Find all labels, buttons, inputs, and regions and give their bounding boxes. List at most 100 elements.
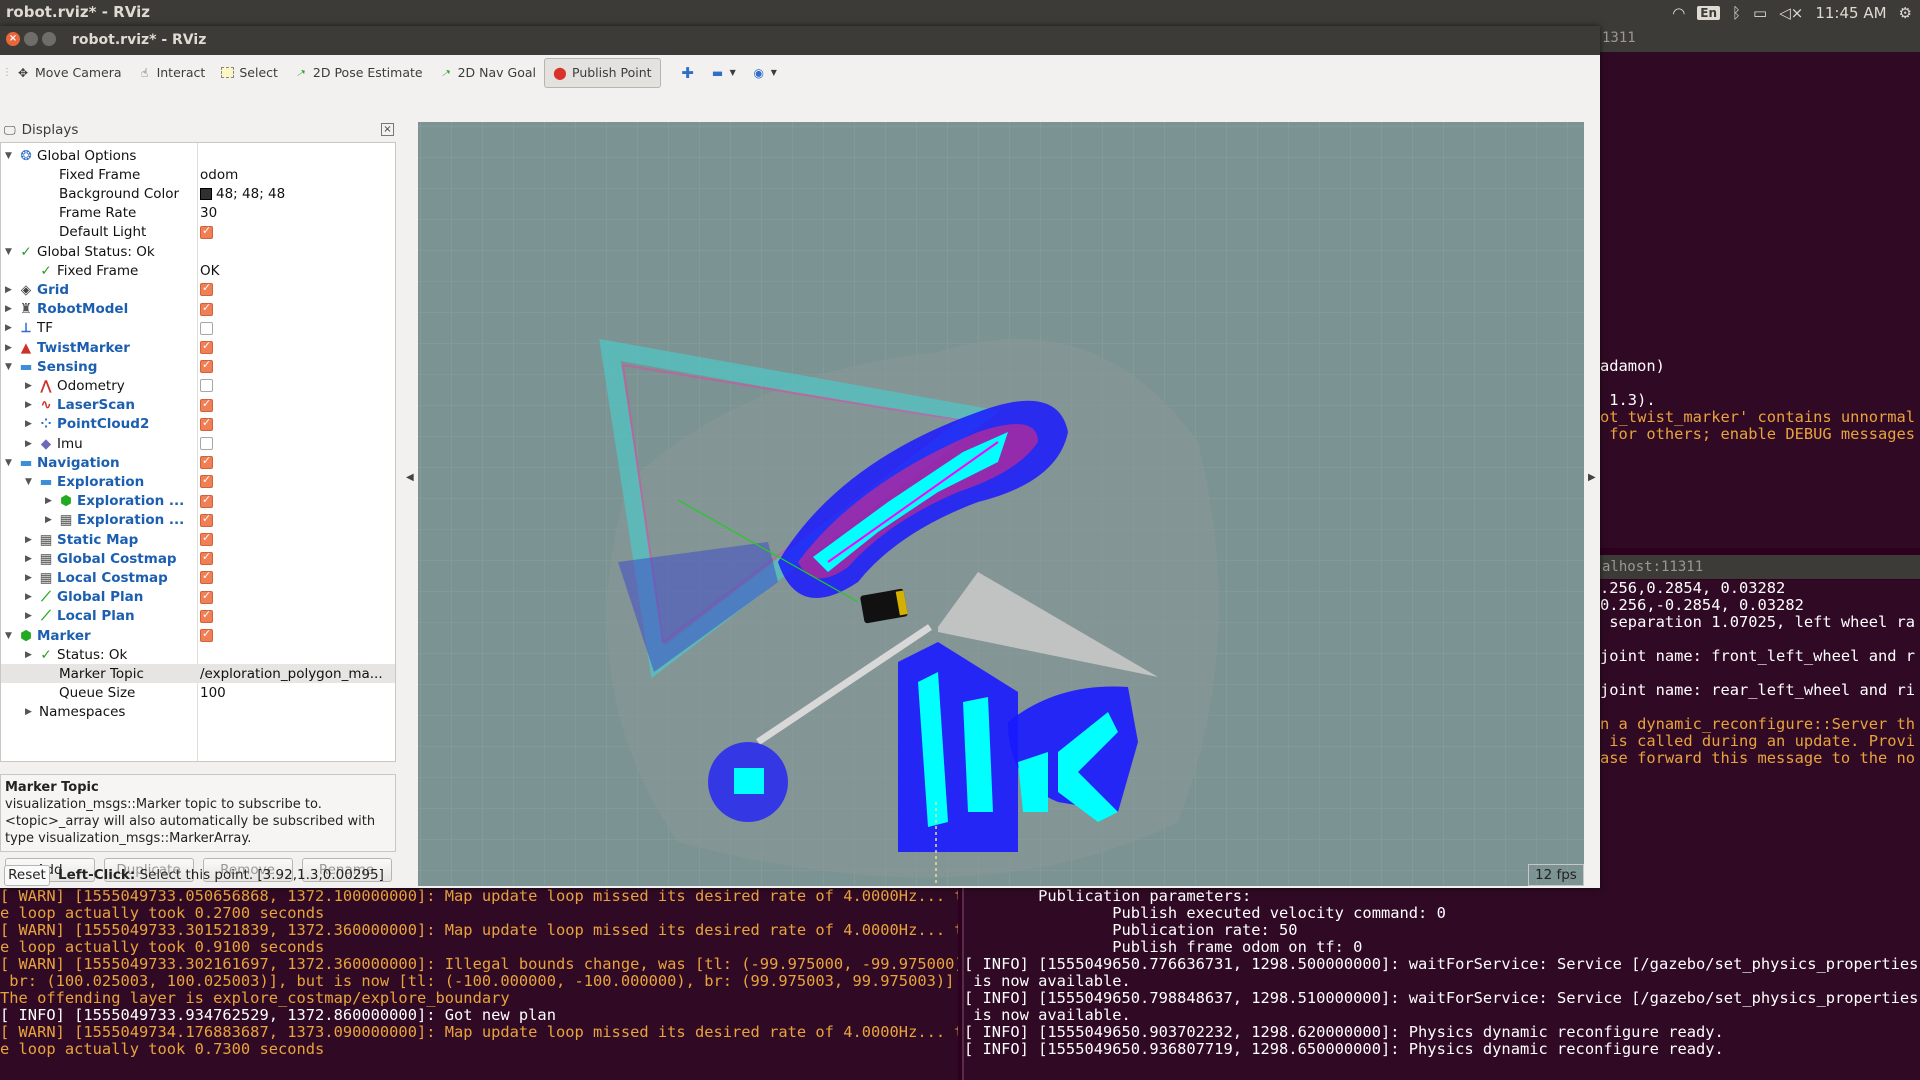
terminal-bottom-right[interactable]: Publication parameters: Publish executed… xyxy=(962,888,1920,1080)
tree-row[interactable]: ▶ ▦ Exploration ... xyxy=(1,511,395,530)
tree-row[interactable]: Background Color 48; 48; 48 xyxy=(1,184,395,203)
tree-row[interactable]: ▶ ▦ Static Map xyxy=(1,530,395,549)
tree-row[interactable]: Marker Topic/exploration_polygon_ma... xyxy=(1,664,395,684)
tree-row-value[interactable]: OK xyxy=(200,263,219,279)
enable-checkbox[interactable] xyxy=(200,627,213,642)
select-tool[interactable]: Select xyxy=(213,58,286,88)
tree-row[interactable]: ▶ ⟋ Local Plan xyxy=(1,607,395,626)
tree-row-value[interactable] xyxy=(200,437,213,450)
tree-row[interactable]: Frame Rate 30 xyxy=(1,204,395,223)
reset-button[interactable]: Reset xyxy=(4,864,50,886)
collapsed-arrow-icon[interactable]: ▶ xyxy=(25,381,35,391)
collapsed-arrow-icon[interactable]: ▶ xyxy=(25,650,35,660)
terminal-tab-title[interactable]: alhost:11311 xyxy=(1600,555,1920,579)
collapsed-arrow-icon[interactable]: ▶ xyxy=(25,535,35,545)
terminal-tab-title[interactable]: 1311 xyxy=(1600,26,1920,52)
settings-gear-icon[interactable]: ⚙ xyxy=(1899,4,1912,22)
move-camera-tool[interactable]: ✥ Move Camera xyxy=(8,58,130,88)
tree-row-value[interactable]: odom xyxy=(200,167,238,183)
collapsed-arrow-icon[interactable]: ▶ xyxy=(25,611,35,621)
tree-row-value[interactable] xyxy=(200,454,213,470)
tree-row[interactable]: ▶ Namespaces xyxy=(1,703,395,722)
tree-row-value[interactable] xyxy=(200,608,213,623)
maximize-window-icon[interactable] xyxy=(42,32,56,46)
tree-row[interactable]: ▶ ⟂ TF xyxy=(1,319,395,338)
publish-point-tool[interactable]: ⬤ Publish Point xyxy=(544,57,661,88)
remove-tool-button[interactable]: ▬ ▼ xyxy=(703,58,744,88)
tree-row[interactable]: ▼ ❂ Global Options xyxy=(1,146,395,165)
tree-row[interactable]: Default Light xyxy=(1,223,395,242)
collapsed-arrow-icon[interactable]: ▶ xyxy=(45,496,55,506)
collapse-right-arrow-icon[interactable]: ▶ xyxy=(1588,472,1596,483)
tree-row[interactable]: ▶ ⋀ Odometry xyxy=(1,376,395,395)
terminal-bottom-left[interactable]: [ WARN] [1555049733.050656868, 1372.1000… xyxy=(0,888,958,1080)
collapsed-arrow-icon[interactable]: ▶ xyxy=(25,707,35,717)
collapsed-arrow-icon[interactable]: ▶ xyxy=(25,573,35,583)
terminal-right-top[interactable]: adamon) 1.3). ot_twist_marker' contains u… xyxy=(1600,52,1920,548)
tree-row[interactable]: ▶ ✓ Status: Ok xyxy=(1,645,395,664)
toolbar-handle[interactable]: ⋮ xyxy=(0,67,12,78)
battery-icon[interactable]: ▭ xyxy=(1753,4,1767,22)
clock[interactable]: 11:45 AM xyxy=(1815,4,1886,22)
collapsed-arrow-icon[interactable]: ▶ xyxy=(25,439,35,449)
tree-row-value[interactable] xyxy=(200,627,213,642)
expanded-arrow-icon[interactable]: ▼ xyxy=(25,477,35,487)
close-panel-icon[interactable]: × xyxy=(381,123,394,136)
tree-row-value[interactable] xyxy=(200,493,213,508)
enable-checkbox[interactable] xyxy=(200,397,213,412)
tree-row[interactable]: ▼ ✓ Global Status: Ok xyxy=(1,242,395,261)
tree-row-value[interactable] xyxy=(200,550,213,566)
collapsed-arrow-icon[interactable]: ▶ xyxy=(25,400,35,410)
enable-checkbox[interactable] xyxy=(200,473,213,489)
tree-row[interactable]: ▶ ◈ Grid xyxy=(1,280,395,299)
enable-checkbox[interactable] xyxy=(200,301,213,316)
interact-tool[interactable]: ☝ Interact xyxy=(130,58,214,88)
enable-checkbox[interactable] xyxy=(200,454,213,470)
enable-checkbox[interactable] xyxy=(200,589,213,604)
tree-row[interactable]: ▶ ▲ TwistMarker xyxy=(1,338,395,357)
terminal-right-middle[interactable]: .256,0.2854, 0.03282 0.256,-0.2854, 0.032… xyxy=(1600,580,1920,888)
enable-checkbox[interactable] xyxy=(200,281,213,297)
collapsed-arrow-icon[interactable]: ▶ xyxy=(25,592,35,602)
tree-row[interactable]: ▶ ▦ Global Costmap xyxy=(1,549,395,568)
3d-viewport[interactable] xyxy=(418,122,1584,886)
tree-row[interactable]: ✓ Fixed Frame OK xyxy=(1,261,395,280)
tree-row-value[interactable] xyxy=(200,531,213,546)
collapsed-arrow-icon[interactable]: ▶ xyxy=(25,554,35,564)
tree-row-value[interactable] xyxy=(200,589,213,604)
tree-row[interactable]: ▼ ▬ Exploration xyxy=(1,472,395,491)
tree-row-value[interactable] xyxy=(200,321,213,335)
enable-checkbox[interactable] xyxy=(200,321,213,335)
tree-row[interactable]: ▶ ▦ Local Costmap xyxy=(1,568,395,587)
scene-render[interactable] xyxy=(418,122,1584,886)
collapsed-arrow-icon[interactable]: ▶ xyxy=(5,323,15,333)
collapsed-arrow-icon[interactable]: ▶ xyxy=(5,343,15,353)
tree-row-value[interactable] xyxy=(200,379,213,393)
collapsed-arrow-icon[interactable]: ▶ xyxy=(25,419,35,429)
tree-row-value[interactable] xyxy=(200,416,213,431)
expanded-arrow-icon[interactable]: ▼ xyxy=(5,151,15,161)
add-tool-button[interactable]: ✚ xyxy=(673,58,703,88)
volume-muted-icon[interactable]: ◁× xyxy=(1779,4,1803,22)
tree-row[interactable]: ▼ ▬ Sensing xyxy=(1,357,395,376)
enable-checkbox[interactable] xyxy=(200,358,213,374)
tree-row-value[interactable] xyxy=(200,473,213,489)
view-options-button[interactable]: ◉ ▼ xyxy=(744,58,785,88)
tree-row-value[interactable] xyxy=(200,339,213,354)
collapsed-arrow-icon[interactable]: ▶ xyxy=(5,285,15,295)
tree-row[interactable]: Queue Size 100 xyxy=(1,684,395,703)
tree-row[interactable]: ▶ ♜ RobotModel xyxy=(1,300,395,319)
tree-row[interactable]: ▶ ◆ Imu xyxy=(1,434,395,453)
enable-checkbox[interactable] xyxy=(200,416,213,431)
enable-checkbox[interactable] xyxy=(200,531,213,546)
tree-row[interactable]: Fixed Frame odom xyxy=(1,165,395,184)
enable-checkbox[interactable] xyxy=(200,493,213,508)
color-swatch[interactable] xyxy=(200,187,212,200)
enable-checkbox[interactable] xyxy=(200,608,213,623)
close-window-icon[interactable]: × xyxy=(6,32,20,46)
tree-row[interactable]: ▶ ⁘ PointCloud2 xyxy=(1,415,395,434)
tree-row-value[interactable] xyxy=(200,281,213,297)
pose-estimate-tool[interactable]: ➝ 2D Pose Estimate xyxy=(286,58,431,88)
enable-checkbox[interactable] xyxy=(200,224,213,239)
expanded-arrow-icon[interactable]: ▼ xyxy=(5,458,15,468)
